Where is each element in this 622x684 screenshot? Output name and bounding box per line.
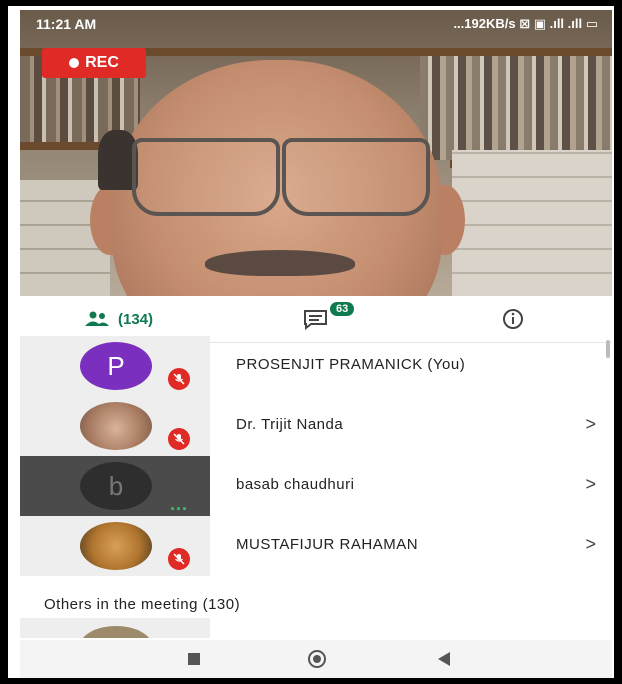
back-button-icon[interactable] [438,652,450,666]
chat-unread-badge: 63 [330,302,355,316]
participant-row[interactable]: Dr. Trijit Nanda > [20,396,612,456]
participant-row[interactable]: b ... basab chaudhuri > [20,456,612,516]
books-right [420,56,612,160]
glasses-left-lens [132,138,280,216]
recents-button-icon[interactable] [188,653,200,665]
participant-row-partial[interactable] [20,618,210,638]
participant-row[interactable]: P PROSENJIT PRAMANICK (You) [20,336,612,396]
people-count: (134) [117,310,154,328]
status-bar: 11:21 AM ...192KB/s ⊠ ▣ .ıll .ıll ▭ [20,10,612,38]
status-indicators: ...192KB/s ⊠ ▣ .ıll .ıll ▭ [453,16,598,31]
chevron-right-icon[interactable]: > [585,414,596,435]
chevron-right-icon[interactable]: > [585,474,596,495]
recording-indicator: REC [42,48,146,78]
speaking-indicator-icon: ... [170,494,189,514]
others-section-title: Others in the meeting (130) [44,596,241,613]
avatar [80,402,152,450]
participant-name: Dr. Trijit Nanda [236,416,344,433]
record-dot-icon [69,58,80,68]
rec-label: REC [85,54,119,71]
participant-row[interactable]: MUSTAFIJUR RAHAMAN > [20,516,612,576]
chat-icon [303,310,327,330]
brick-wall [452,150,612,296]
glasses-right-lens [282,138,430,216]
mustache [205,250,355,276]
avatar-letter: b [108,470,124,501]
avatar: b [80,462,152,510]
avatar-letter: P [107,350,125,381]
participant-name: MUSTAFIJUR RAHAMAN [236,536,419,553]
participant-name: PROSENJIT PRAMANICK (You) [236,356,466,373]
mic-off-icon [168,368,190,390]
chevron-right-icon[interactable]: > [585,534,596,555]
android-nav-bar [20,640,612,678]
video-feed[interactable]: 11:21 AM ...192KB/s ⊠ ▣ .ıll .ıll ▭ REC [20,10,612,296]
avatar [80,522,152,570]
avatar [80,626,152,638]
participant-name: basab chaudhuri [236,476,355,493]
mic-off-icon [168,548,190,570]
home-button-icon[interactable] [308,650,326,668]
info-icon [503,309,523,329]
meet-app: 11:21 AM ...192KB/s ⊠ ▣ .ıll .ıll ▭ REC … [20,10,612,678]
avatar: P [80,342,152,390]
status-time: 11:21 AM [36,16,97,32]
mic-off-icon [168,428,190,450]
people-icon [84,311,109,326]
